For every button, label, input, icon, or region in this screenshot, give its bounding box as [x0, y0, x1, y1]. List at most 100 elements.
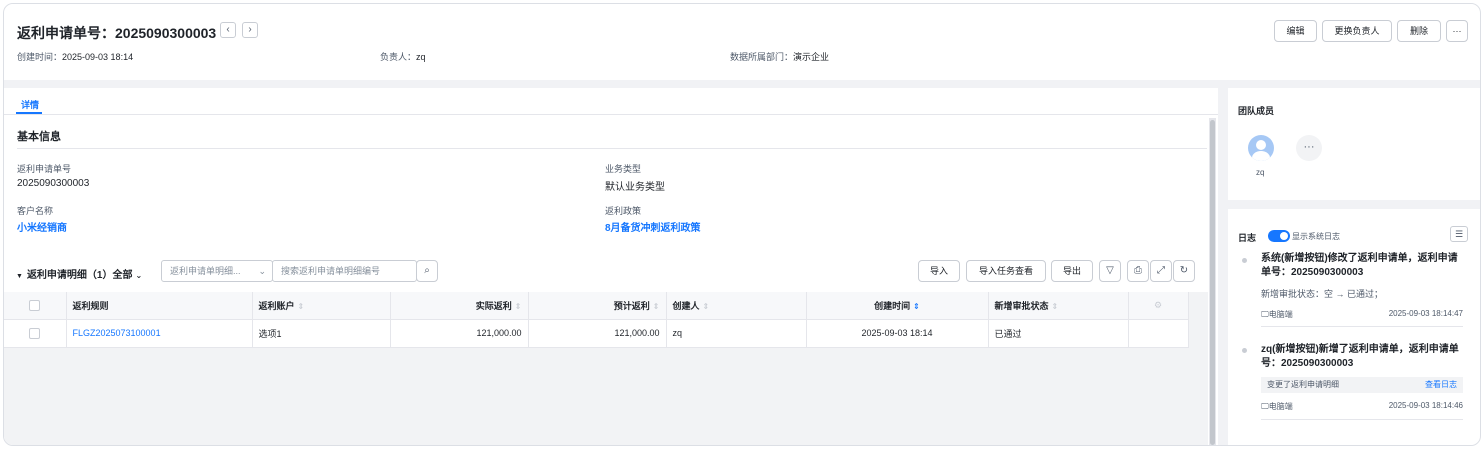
column-header-creator[interactable]: 创建人 ⇕ — [666, 292, 807, 320]
next-record-button[interactable]: › — [242, 22, 258, 38]
column-header-rule[interactable]: 返利规则 — [66, 292, 253, 320]
timeline-dot — [1242, 348, 1247, 353]
tab-divider — [4, 114, 1218, 115]
page-header: 返利申请单号：2025090300003 ‹ › 创建时间：2025-09-03… — [4, 4, 1480, 80]
log-entry-time: 2025-09-03 18:14:47 — [1388, 309, 1463, 318]
delete-button[interactable]: 删除 — [1397, 20, 1441, 42]
column-header-status[interactable]: 新增审批状态 ⇕ — [988, 292, 1129, 320]
column-header-label: 返利账户 — [258, 300, 295, 311]
desktop-icon: 🖵 — [1261, 310, 1269, 319]
log-entry-time: 2025-09-03 18:14:46 — [1388, 401, 1463, 410]
fullscreen-icon: ⤢ — [1157, 265, 1165, 276]
detail-list-title[interactable]: ▼ 返利申请明细（1）全部 ⌄ — [16, 266, 142, 281]
log-entry-source: 电脑端 — [1268, 310, 1293, 319]
field-label-request-no: 返利申请单号 — [17, 164, 72, 174]
log-list-button[interactable]: ☰ — [1450, 226, 1468, 242]
change-owner-button[interactable]: 更换负责人 — [1322, 20, 1392, 42]
owner-value: zq — [416, 52, 426, 62]
field-select-value: 返利申请单明细... — [170, 266, 241, 276]
list-icon: ☰ — [1454, 229, 1464, 239]
search-icon: ⌕ — [424, 265, 430, 276]
cell-estimated: 121,000.00 — [528, 319, 667, 348]
refresh-button[interactable]: ↻ — [1173, 260, 1195, 282]
print-icon: ⎙ — [1134, 265, 1142, 276]
refresh-icon: ↻ — [1179, 265, 1189, 276]
column-settings[interactable]: ⚙ — [1128, 292, 1189, 320]
desktop-icon: 🖵 — [1261, 402, 1269, 411]
rule-link[interactable]: FLGZ2025073100001 — [66, 319, 253, 348]
detail-main: 详情 基本信息 返利申请单号 2025090300003 业务类型 默认业务类型… — [4, 88, 1218, 445]
column-header-actual[interactable]: 实际返利 ⇕ — [390, 292, 529, 320]
column-header-label: 创建人 — [672, 300, 700, 311]
system-log-toggle[interactable] — [1268, 230, 1290, 242]
column-header-label: 创建时间 — [874, 300, 911, 311]
import-tasks-button[interactable]: 导入任务查看 — [966, 260, 1046, 282]
member-name: zq — [1256, 168, 1265, 177]
import-button[interactable]: 导入 — [918, 260, 960, 282]
cell-account: 选项1 — [252, 319, 391, 348]
export-button[interactable]: 导出 — [1051, 260, 1093, 282]
expand-icon: ▼ — [16, 273, 23, 280]
detail-table: 返利规则 返利账户 ⇕ 实际返利 ⇕ 预计返利 ⇕ 创建人 ⇕ 创建时间 ⇕ 新增审批状态… — [4, 292, 1189, 348]
column-header-label: 实际返利 — [475, 300, 512, 311]
scrollbar-thumb[interactable] — [1210, 120, 1215, 445]
log-entry-detail: 新增审批状态：空 → 已通过； — [1261, 289, 1384, 299]
column-header-label: 预计返利 — [613, 300, 650, 311]
field-label-customer: 客户名称 — [17, 206, 54, 216]
log-entry-source: 电脑端 — [1268, 402, 1293, 411]
prev-record-button[interactable]: ‹ — [220, 22, 236, 38]
print-button[interactable]: ⎙ — [1127, 260, 1149, 282]
column-header-account[interactable]: 返利账户 ⇕ — [252, 292, 391, 320]
select-all-checkbox[interactable] — [4, 292, 67, 320]
log-entry-footer: 🖵电脑端 2025-09-03 18:14:46 — [1261, 401, 1463, 412]
search-button[interactable]: ⌕ — [416, 260, 438, 282]
filter-icon: ▽ — [1106, 265, 1114, 276]
checkbox[interactable] — [29, 327, 41, 339]
gear-icon[interactable]: ⚙ — [1154, 300, 1162, 310]
column-header-estimated[interactable]: 预计返利 ⇕ — [528, 292, 667, 320]
timeline-dot — [1242, 258, 1247, 263]
column-header-created[interactable]: 创建时间 ⇕ — [806, 292, 989, 320]
column-header-label: 新增审批状态 — [994, 300, 1049, 311]
sort-icon[interactable]: ⇕ — [515, 302, 522, 311]
sort-icon[interactable]: ⇕ — [653, 302, 660, 311]
cell-actual: 121,000.00 — [390, 319, 529, 348]
sort-icon[interactable]: ⇕ — [1052, 302, 1059, 311]
sort-desc-icon[interactable]: ⇕ — [913, 302, 920, 311]
tab-details[interactable]: 详情 — [21, 98, 39, 111]
app-frame: 返利申请单号：2025090300003 ‹ › 创建时间：2025-09-03… — [3, 3, 1481, 446]
avatar[interactable] — [1248, 135, 1274, 161]
created-time: 创建时间：2025-09-03 18:14 — [17, 50, 133, 63]
owner: 负责人：zq — [380, 50, 426, 63]
log-entry-detail: 变更了返利申请明细 — [1267, 380, 1339, 389]
search-input[interactable]: 搜索返利申请单明细编号 — [272, 260, 417, 282]
field-label-business-type: 业务类型 — [605, 164, 642, 174]
more-actions-button[interactable]: ··· — [1446, 20, 1468, 42]
sort-icon[interactable]: ⇕ — [298, 302, 305, 311]
customer-link[interactable]: 小米经销商 — [17, 219, 67, 234]
log-divider — [1261, 419, 1463, 420]
log-panel: 日志 显示系统日志 ☰ 系统(新增按钮)修改了返利申请单，返利申请单号：2025… — [1228, 209, 1480, 445]
fullscreen-button[interactable]: ⤢ — [1150, 260, 1172, 282]
field-select[interactable]: 返利申请单明细... ⌄ — [161, 260, 273, 282]
filter-button[interactable]: ▽ — [1099, 260, 1121, 282]
created-time-label: 创建时间： — [17, 52, 63, 62]
section-divider — [17, 148, 1207, 149]
department-value: 演示企业 — [793, 52, 830, 62]
table-row[interactable]: FLGZ2025073100001 选项1 121,000.00 121,000… — [4, 319, 1189, 348]
basic-info-title: 基本信息 — [17, 131, 61, 143]
cell-status: 已通过 — [988, 319, 1129, 348]
row-checkbox-cell[interactable] — [4, 319, 67, 348]
checkbox[interactable] — [29, 299, 41, 311]
cell-creator: zq — [666, 319, 807, 348]
edit-button[interactable]: 编辑 — [1274, 20, 1317, 42]
view-log-link[interactable]: 查看日志 — [1425, 377, 1457, 393]
field-label-policy: 返利政策 — [605, 206, 642, 216]
more-members-button[interactable]: ··· — [1296, 135, 1322, 161]
sort-icon[interactable]: ⇕ — [703, 302, 710, 311]
policy-link[interactable]: 8月备货冲刺返利政策 — [605, 219, 701, 234]
created-time-value: 2025-09-03 18:14 — [62, 52, 134, 62]
department: 数据所属部门：演示企业 — [730, 50, 829, 63]
cell-created: 2025-09-03 18:14 — [806, 319, 989, 348]
owner-label: 负责人： — [380, 52, 417, 62]
